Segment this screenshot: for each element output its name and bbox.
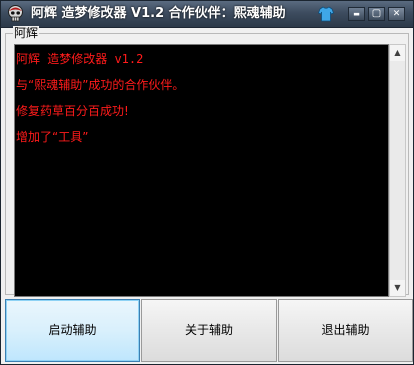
scroll-up-arrow-icon[interactable]: ▲ — [390, 45, 405, 61]
about-button[interactable]: 关于辅助 — [141, 299, 277, 362]
main-window: 阿辉 造梦修改器 V1.2 合作伙伴：熙魂辅助 ▬ ▢ ✕ 阿辉 阿辉 造梦修改… — [0, 0, 414, 365]
log-line: 阿辉 造梦修改器 v1.2 — [16, 52, 144, 66]
scroll-down-arrow-icon[interactable]: ▼ — [390, 280, 405, 296]
maximize-button[interactable]: ▢ — [368, 7, 385, 21]
log-line: 增加了“工具” — [16, 130, 89, 144]
title-bar[interactable]: 阿辉 造梦修改器 V1.2 合作伙伴：熙魂辅助 ▬ ▢ ✕ — [1, 1, 413, 28]
log-line: 修复药草百分百成功! — [16, 104, 129, 118]
window-title: 阿辉 造梦修改器 V1.2 合作伙伴：熙魂辅助 — [31, 6, 286, 21]
vertical-scrollbar[interactable]: ▲ ▼ — [389, 44, 406, 297]
minimize-icon: ▬ — [353, 10, 360, 18]
button-bar: 启动辅助 关于辅助 退出辅助 — [1, 297, 413, 364]
minimize-button[interactable]: ▬ — [348, 7, 365, 21]
close-button[interactable]: ✕ — [388, 7, 405, 21]
close-icon: ✕ — [392, 9, 401, 19]
log-line: 与“熙魂辅助”成功的合作伙伴。 — [16, 78, 185, 92]
log-textarea[interactable]: 阿辉 造梦修改器 v1.2 与“熙魂辅助”成功的合作伙伴。 修复药草百分百成功!… — [14, 44, 389, 297]
maximize-icon: ▢ — [371, 8, 382, 19]
group-label: 阿辉 — [13, 26, 40, 40]
skull-app-icon — [8, 5, 23, 22]
shirt-icon[interactable] — [318, 6, 334, 22]
exit-button[interactable]: 退出辅助 — [278, 299, 413, 362]
start-button[interactable]: 启动辅助 — [5, 299, 140, 362]
